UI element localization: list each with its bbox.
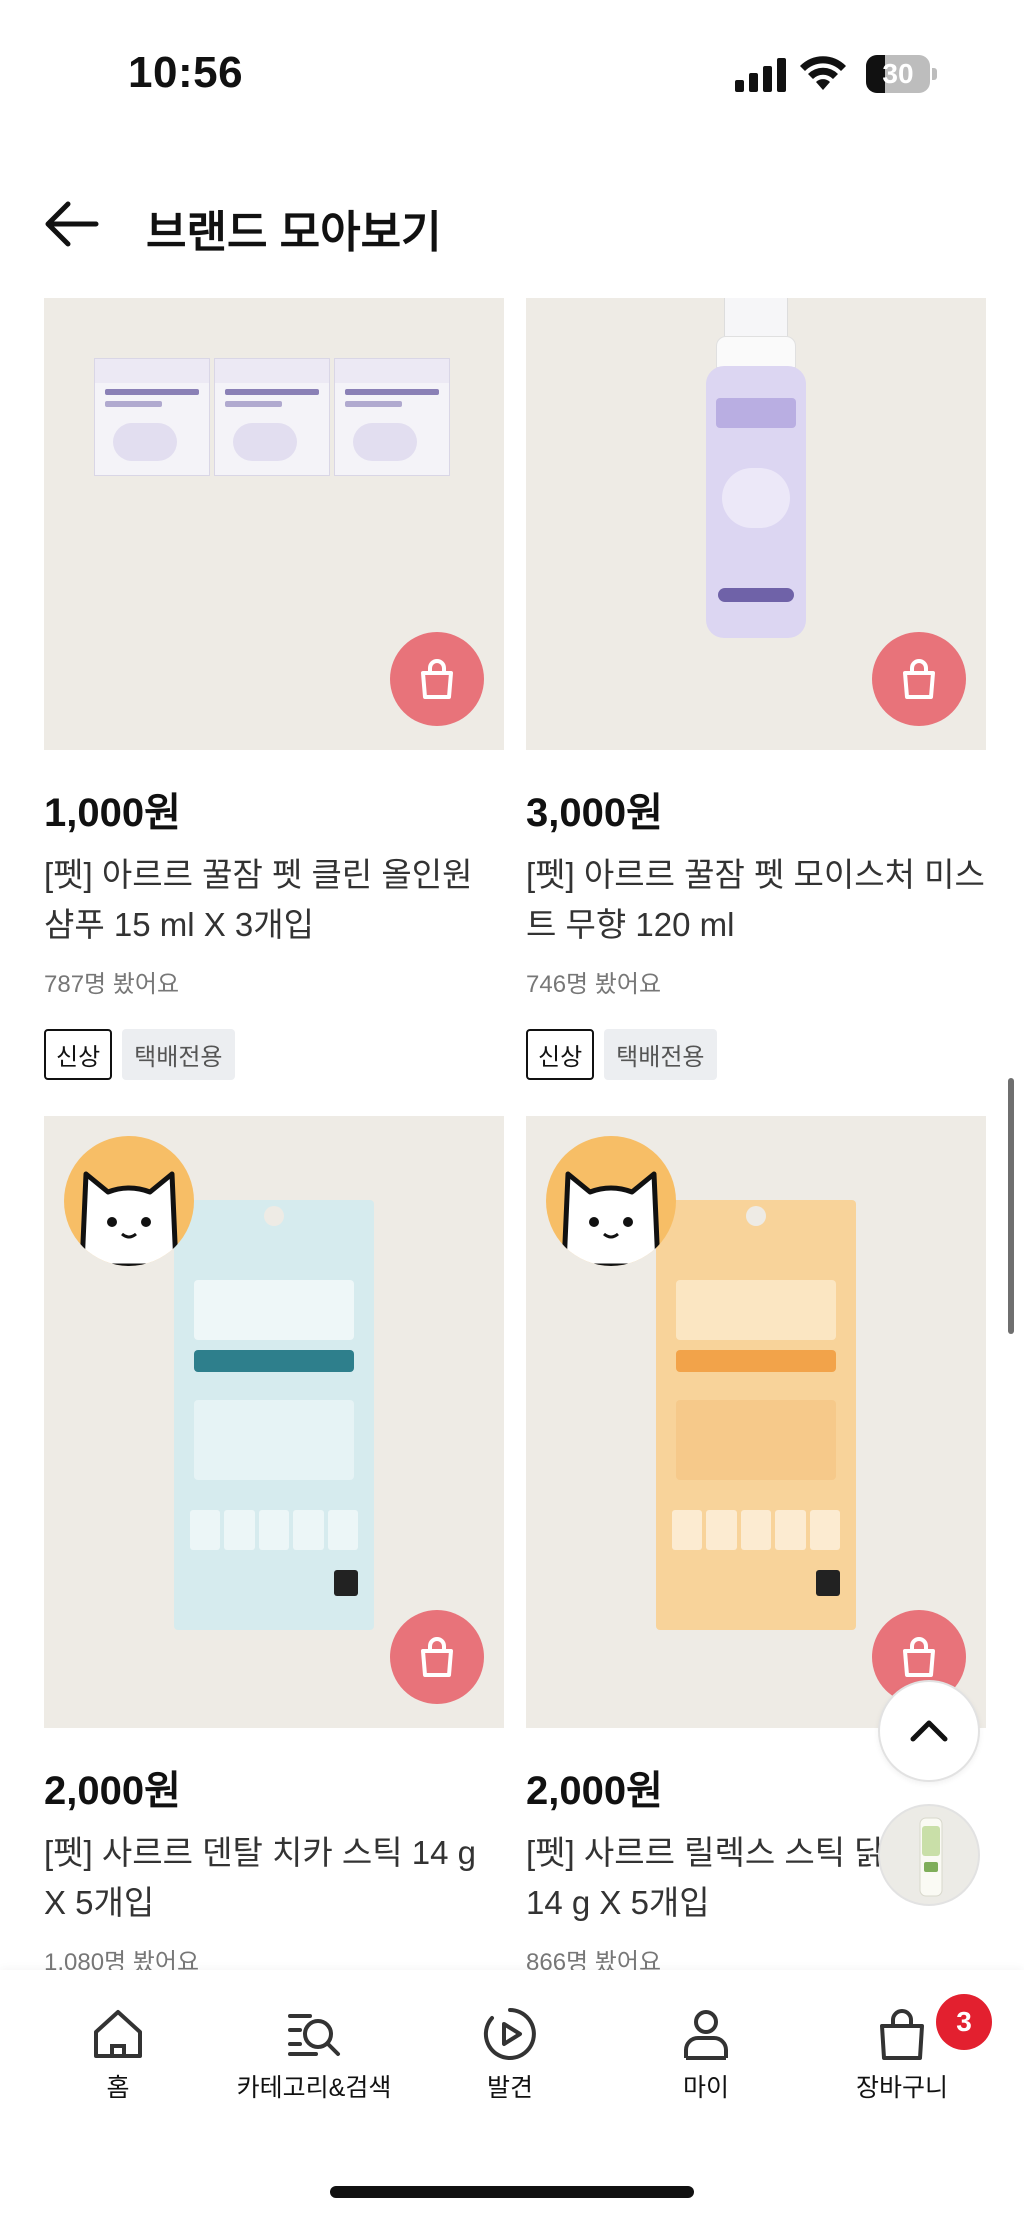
view-count: 787명 봤어요	[44, 971, 180, 998]
product-image[interactable]	[44, 298, 504, 750]
nav-my[interactable]: 마이	[608, 2006, 804, 2104]
shopping-bag-icon	[903, 659, 935, 699]
discover-play-icon	[483, 2008, 536, 2060]
battery-icon: 30	[866, 55, 937, 93]
chevron-up-icon	[910, 1720, 948, 1742]
view-count: 1,080명 봤어요	[44, 1949, 200, 1970]
product-card[interactable]: 2,000원 [펫] 사르르 덴탈 치카 스틱 14 g X 5개입 1,080…	[44, 1116, 504, 1970]
home-icon	[94, 2010, 142, 2058]
page-header: 브랜드 모아보기	[0, 170, 1024, 280]
wifi-icon	[800, 56, 846, 90]
cat-badge-icon	[546, 1136, 676, 1266]
cart-count-badge: 3	[936, 1994, 992, 2050]
shopping-bag-icon	[903, 1637, 935, 1677]
mist-bottle-image	[706, 298, 806, 638]
nav-label: 발견	[486, 2074, 533, 2102]
product-tags: 신상 택배전용	[44, 1029, 504, 1080]
product-image[interactable]	[526, 1116, 986, 1728]
battery-level: 30	[882, 58, 914, 89]
add-to-cart-button[interactable]	[390, 632, 484, 726]
shopping-bag-icon	[421, 1637, 453, 1677]
delivery-tag: 택배전용	[122, 1029, 235, 1080]
status-bar: 10:56 30	[0, 0, 1024, 150]
product-price: 3,000원	[526, 791, 663, 835]
arrow-left-icon	[45, 201, 99, 247]
product-image[interactable]	[44, 1116, 504, 1728]
product-card[interactable]: 3,000원 [펫] 아르르 꿀잠 펫 모이스처 미스트 무향 120 ml 7…	[526, 298, 986, 1080]
cat-badge-icon	[64, 1136, 194, 1266]
shopping-bag-icon	[421, 659, 453, 699]
view-count: 746명 봤어요	[526, 971, 662, 998]
product-price: 2,000원	[44, 1769, 181, 1813]
status-time: 10:56	[128, 48, 244, 97]
cart-bag-icon	[880, 2009, 924, 2060]
person-icon	[684, 2010, 728, 2060]
dental-stick-pouch-image	[174, 1200, 374, 1630]
nav-discover[interactable]: 발견	[412, 2006, 608, 2104]
product-price: 1,000원	[44, 791, 181, 835]
scrollbar[interactable]	[1008, 1078, 1014, 1334]
relax-stick-pouch-image	[656, 1200, 856, 1630]
home-indicator[interactable]	[330, 2186, 694, 2198]
nav-label: 홈	[106, 2074, 130, 2102]
cellular-signal-icon	[735, 58, 786, 92]
delivery-tag: 택배전용	[604, 1029, 717, 1080]
product-tags: 신상 택배전용	[526, 1029, 986, 1080]
shampoo-sachets-image	[94, 358, 450, 476]
nav-category-search[interactable]: 카테고리&검색	[216, 2006, 412, 2104]
view-count: 866명 봤어요	[526, 1949, 662, 1970]
scroll-to-top-button[interactable]	[878, 1680, 980, 1782]
nav-label: 장바구니	[855, 2074, 948, 2102]
product-card[interactable]: 1,000원 [펫] 아르르 꿀잠 펫 클린 올인원 샴푸 15 ml X 3개…	[44, 298, 504, 1080]
product-grid: 1,000원 [펫] 아르르 꿀잠 펫 클린 올인원 샴푸 15 ml X 3개…	[0, 280, 1024, 1970]
nav-label: 카테고리&검색	[236, 2074, 392, 2102]
nav-home[interactable]: 홈	[20, 2006, 216, 2104]
product-name[interactable]: [펫] 사르르 덴탈 치카 스틱 14 g X 5개입	[44, 1828, 504, 1928]
product-name[interactable]: [펫] 아르르 꿀잠 펫 모이스처 미스트 무향 120 ml	[526, 850, 986, 950]
back-button[interactable]	[40, 192, 104, 256]
product-name[interactable]: [펫] 아르르 꿀잠 펫 클린 올인원 샴푸 15 ml X 3개입	[44, 850, 504, 950]
product-image[interactable]	[526, 298, 986, 750]
category-search-icon	[288, 2014, 340, 2056]
new-tag: 신상	[44, 1029, 113, 1080]
page-title: 브랜드 모아보기	[146, 208, 442, 257]
add-to-cart-button[interactable]	[390, 1610, 484, 1704]
new-tag: 신상	[526, 1029, 595, 1080]
recent-product-thumbnail	[919, 1817, 943, 1897]
recently-viewed-button[interactable]	[878, 1804, 980, 1906]
bottom-navigation: 홈 카테고리&검색 발견 마이 장바구니	[0, 1970, 1024, 2220]
add-to-cart-button[interactable]	[872, 632, 966, 726]
nav-label: 마이	[682, 2074, 729, 2102]
